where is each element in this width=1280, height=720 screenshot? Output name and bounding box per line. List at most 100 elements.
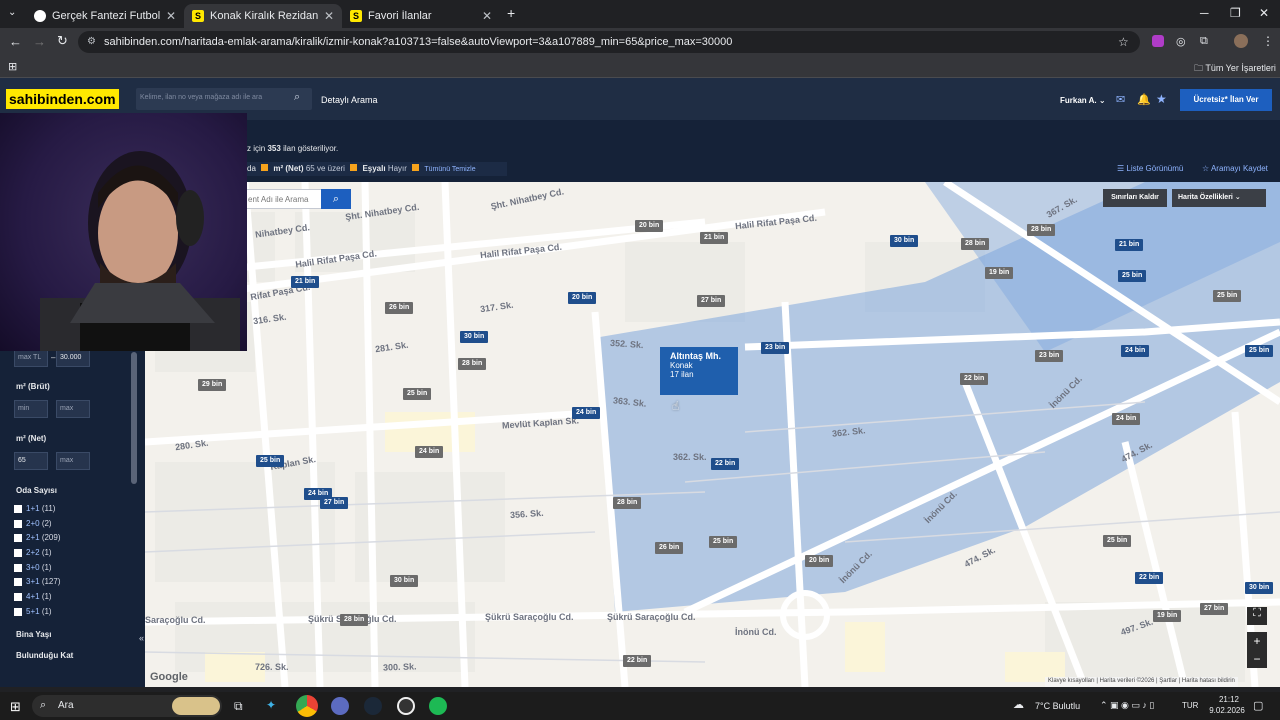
price-pin[interactable]: 24 bin xyxy=(415,446,444,458)
terms-link[interactable]: Şartlar xyxy=(1159,678,1177,684)
forward-icon[interactable]: → xyxy=(33,34,46,49)
tab-search-icon[interactable]: ⌄ xyxy=(8,7,16,18)
collapse-sidebar-icon[interactable]: « xyxy=(139,633,144,643)
price-pin[interactable]: 26 bin xyxy=(655,542,684,554)
price-pin[interactable]: 25 bin xyxy=(1213,290,1242,302)
extension-icon[interactable] xyxy=(1152,35,1164,47)
price-pin[interactable]: 21 bin xyxy=(291,276,320,288)
room-option[interactable]: 2+2 (1) xyxy=(14,548,52,557)
restore-icon[interactable]: ❐ xyxy=(1230,6,1241,20)
price-pin[interactable]: 19 bin xyxy=(1153,610,1182,622)
price-pin[interactable]: 28 bin xyxy=(1027,224,1056,236)
price-pin[interactable]: 27 bin xyxy=(1200,603,1229,615)
new-tab-button[interactable]: + xyxy=(507,5,515,21)
neighborhood-popup[interactable]: Altıntaş Mh. Konak 17 ilan xyxy=(660,347,738,395)
windows-start-icon[interactable]: ⊞ xyxy=(10,699,21,715)
price-pin[interactable]: 25 bin xyxy=(403,388,432,400)
obs-icon[interactable] xyxy=(397,697,415,715)
price-pin[interactable]: 30 bin xyxy=(890,235,919,247)
taskbar-search[interactable]: ⌕ Ara xyxy=(32,695,222,717)
fullscreen-icon[interactable]: ⛶ xyxy=(1247,607,1267,625)
checkbox[interactable] xyxy=(14,592,22,601)
mail-icon[interactable]: ✉ xyxy=(1116,93,1125,106)
price-pin[interactable]: 26 bin xyxy=(385,302,414,314)
price-max-input[interactable]: 30.000 xyxy=(56,349,90,367)
price-pin[interactable]: 25 bin xyxy=(1245,345,1274,357)
site-info-icon[interactable]: ⚙ xyxy=(87,36,96,47)
extension-icon[interactable]: ◎ xyxy=(1176,35,1186,48)
price-pin[interactable]: 22 bin xyxy=(623,655,652,667)
post-ad-button[interactable]: Ücretsiz* İlan Ver xyxy=(1180,89,1272,111)
remove-bounds-button[interactable]: Sınırları Kaldır xyxy=(1103,189,1167,207)
price-pin[interactable]: 28 bin xyxy=(961,238,990,250)
clear-all-filters-link[interactable]: Tümünü Temizle xyxy=(424,166,475,173)
task-view-icon[interactable]: ⧉ xyxy=(234,699,243,714)
tab-konak[interactable]: S Konak Kiralık Rezidans, Villa, M ✕ xyxy=(184,4,342,28)
checkbox[interactable] xyxy=(14,533,22,542)
remove-filter-icon[interactable] xyxy=(350,164,358,171)
detailed-search-link[interactable]: Detaylı Arama xyxy=(321,95,378,105)
checkbox[interactable] xyxy=(14,577,22,586)
search-icon[interactable]: ⌕ xyxy=(294,91,300,104)
reload-icon[interactable]: ↻ xyxy=(57,33,68,49)
language-indicator[interactable]: TUR xyxy=(1182,701,1198,710)
price-pin[interactable]: 21 bin xyxy=(1115,239,1144,251)
price-pin[interactable]: 20 bin xyxy=(635,220,664,232)
apps-grid-icon[interactable]: ⊞ xyxy=(8,60,17,73)
price-pin[interactable]: 19 bin xyxy=(985,267,1014,279)
tab-favorites[interactable]: S Favori İlanlar ✕ xyxy=(342,4,500,28)
map-features-button[interactable]: Harita Özellikleri ⌄ xyxy=(1172,189,1266,207)
room-option[interactable]: 3+1 (127) xyxy=(14,577,61,586)
price-pin[interactable]: 28 bin xyxy=(458,358,487,370)
room-option[interactable]: 5+1 (1) xyxy=(14,607,52,616)
site-logo[interactable]: sahibinden.com xyxy=(6,89,119,109)
price-pin[interactable]: 24 bin xyxy=(1121,345,1150,357)
tab-sorare[interactable]: Gerçek Fantezi Futbol - Sorare ✕ xyxy=(26,4,184,28)
price-pin[interactable]: 25 bin xyxy=(709,536,738,548)
floor-label[interactable]: Bulunduğu Kat xyxy=(16,651,73,660)
price-pin[interactable]: 28 bin xyxy=(340,614,369,626)
url-text[interactable]: sahibinden.com/haritada-emlak-arama/kira… xyxy=(104,36,732,48)
price-pin[interactable]: 25 bin xyxy=(256,455,285,467)
m2-net-max-input[interactable]: max xyxy=(56,452,90,470)
price-pin[interactable]: 28 bin xyxy=(613,497,642,509)
remove-filter-icon[interactable] xyxy=(412,164,420,171)
price-pin[interactable]: 24 bin xyxy=(1112,413,1141,425)
tray-icons[interactable]: ⌃ ▣ ◉ ▭ ♪ ▯ xyxy=(1100,700,1154,711)
checkbox[interactable] xyxy=(14,548,22,557)
price-pin[interactable]: 20 bin xyxy=(805,555,834,567)
chrome-icon[interactable] xyxy=(296,695,318,717)
checkbox[interactable] xyxy=(14,563,22,572)
close-icon[interactable]: ✕ xyxy=(166,9,176,23)
notification-icon[interactable]: ▢ xyxy=(1253,699,1263,712)
menu-dots-icon[interactable]: ⋮ xyxy=(1262,34,1274,48)
price-pin[interactable]: 22 bin xyxy=(711,458,740,470)
clock-time[interactable]: 21:12 xyxy=(1212,695,1246,704)
close-icon[interactable]: ✕ xyxy=(324,9,334,23)
price-pin[interactable]: 22 bin xyxy=(960,373,989,385)
price-pin[interactable]: 25 bin xyxy=(1103,535,1132,547)
price-pin[interactable]: 30 bin xyxy=(390,575,419,587)
checkbox[interactable] xyxy=(14,519,22,528)
user-menu[interactable]: Furkan A. ⌄ xyxy=(1060,96,1106,105)
price-pin[interactable]: 22 bin xyxy=(1135,572,1164,584)
remove-filter-icon[interactable] xyxy=(261,164,269,171)
price-pin[interactable]: 27 bin xyxy=(320,497,349,509)
price-pin[interactable]: 29 bin xyxy=(198,379,227,391)
extensions-puzzle-icon[interactable]: ⧉ xyxy=(1200,35,1208,48)
steam-icon[interactable] xyxy=(364,697,382,715)
price-pin[interactable]: 20 bin xyxy=(568,292,597,304)
price-pin[interactable]: 27 bin xyxy=(697,295,726,307)
price-pin[interactable]: 23 bin xyxy=(1035,350,1064,362)
price-min-input[interactable]: max TL xyxy=(14,349,48,367)
checkbox[interactable] xyxy=(14,607,22,616)
weather-text[interactable]: 7°C Bulutlu xyxy=(1035,701,1080,711)
back-icon[interactable]: ← xyxy=(9,34,22,49)
room-option[interactable]: 3+0 (1) xyxy=(14,563,52,572)
minimize-icon[interactable]: ─ xyxy=(1200,6,1209,20)
save-search-link[interactable]: ☆ Aramayı Kaydet xyxy=(1202,164,1268,173)
app-icon[interactable] xyxy=(331,697,349,715)
list-view-link[interactable]: ☰ Liste Görünümü xyxy=(1117,164,1183,173)
avatar[interactable] xyxy=(1234,34,1248,48)
clock-date[interactable]: 9.02.2026 xyxy=(1204,706,1250,715)
